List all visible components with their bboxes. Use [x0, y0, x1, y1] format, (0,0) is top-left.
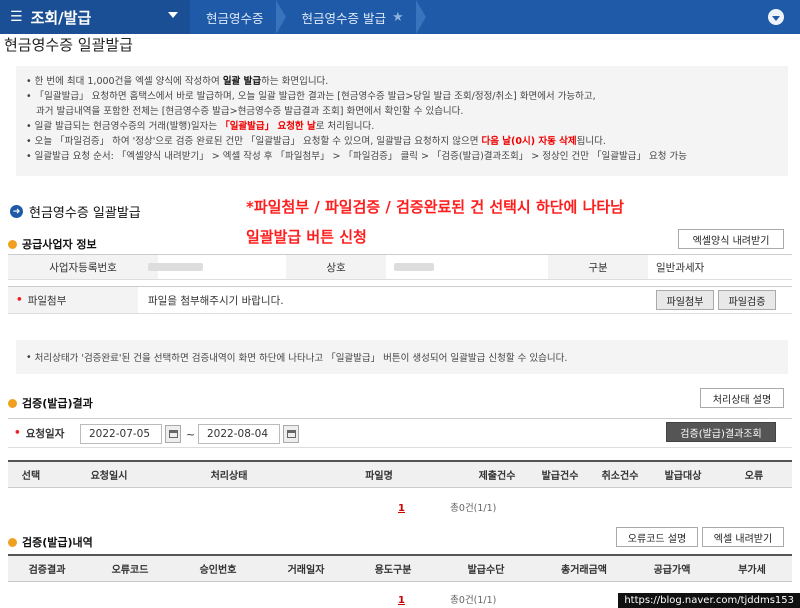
col-submitted: 제출건수: [478, 471, 516, 482]
bullet-icon: [8, 537, 17, 547]
col-vat: 부가세: [738, 565, 766, 576]
date-to-input[interactable]: 2022-08-04: [198, 424, 280, 444]
notice-line: 과거 발급내역을 포함한 전체는 [현금영수증 발급>현금영수증 발급결과 조회…: [36, 106, 464, 117]
breadcrumb-label: 현금영수증 발급: [301, 10, 386, 26]
detail-table-header: 검증결과 오류코드 승인번호 거래일자 용도구분 발급수단 총거래금액 공급가액…: [8, 554, 792, 582]
breadcrumb-cash-receipt[interactable]: 현금영수증: [190, 0, 286, 34]
notice-line: • 한 번에 최대 1,000건을 엑셀 양식에 작성하여 일괄 발급하는 화면…: [26, 76, 329, 87]
calendar-icon[interactable]: [283, 425, 299, 443]
result-pager: 1 총0건(1/1): [398, 500, 496, 514]
calendar-icon[interactable]: [165, 425, 181, 443]
col-issue-method: 발급수단: [467, 565, 505, 576]
section-title: ➜ 현금영수증 일괄발급: [10, 202, 141, 221]
excel-download-button[interactable]: 엑셀 내려받기: [702, 527, 784, 547]
result-query-button[interactable]: 검증(발급)결과조회: [666, 422, 776, 442]
detail-title: 검증(발급)내역: [8, 534, 93, 550]
notice-line: • 오늘 「파일검증」 하여 '정상'으로 검증 완료된 건만 「일괄발급」 요…: [26, 136, 606, 147]
type-label: 구분: [548, 255, 648, 279]
company-name-value: [388, 255, 538, 279]
total-count: 총0건(1/1): [450, 595, 497, 606]
chevron-down-icon: [168, 12, 178, 18]
col-trade-date: 거래일자: [287, 565, 325, 576]
business-reg-label: 사업자등록번호: [8, 255, 158, 279]
main-menu-label: 조회/발급: [30, 8, 92, 27]
col-status: 처리상태: [210, 471, 248, 482]
top-nav: ☰ 조회/발급 현금영수증 현금영수증 발급 ★: [0, 0, 800, 34]
file-attach-button[interactable]: 파일첨부: [656, 290, 714, 310]
watermark: https://blog.naver.com/tjddms153: [618, 593, 800, 608]
annotation-line-1: *파일첨부 / 파일검증 / 검증완료된 건 선택시 하단에 나타남: [246, 198, 624, 216]
date-separator: ~: [186, 428, 196, 441]
expand-icon[interactable]: [768, 9, 784, 25]
result-title: 검증(발급)결과: [8, 395, 93, 411]
type-value: 일반과세자: [656, 261, 705, 274]
status-help-button[interactable]: 처리상태 설명: [700, 388, 784, 408]
col-filename: 파일명: [365, 471, 393, 482]
arrow-right-icon: ➜: [10, 205, 23, 218]
total-count: 총0건(1/1): [450, 503, 497, 514]
date-from-input[interactable]: 2022-07-05: [80, 424, 162, 444]
col-request-time: 요청일시: [90, 471, 128, 482]
page-title: 현금영수증 일괄발급: [4, 36, 133, 54]
company-name-label: 상호: [286, 255, 386, 279]
col-cancelled: 취소건수: [601, 471, 639, 482]
breadcrumb-label: 현금영수증: [206, 10, 264, 26]
annotation-line-2: 일괄발급 버튼 신청: [246, 228, 367, 246]
business-reg-value: [138, 255, 288, 279]
col-select: 선택: [21, 471, 41, 482]
file-attach-label: • 파일첨부: [8, 287, 138, 313]
supplier-info-title: 공급사업자 정보: [8, 236, 97, 252]
bullet-icon: [8, 398, 17, 408]
bullet-icon: [8, 239, 17, 249]
col-total-amount: 총거래금액: [561, 565, 607, 576]
notice-processing: • 처리상태가 '검증완료'된 건을 선택하면 검증내역이 화면 하단에 나타나…: [16, 340, 788, 374]
col-error: 오류: [744, 471, 764, 482]
star-icon[interactable]: ★: [392, 10, 404, 25]
page-link[interactable]: 1: [398, 503, 405, 514]
col-approval-no: 승인번호: [199, 565, 237, 576]
excel-template-download-button[interactable]: 엑셀양식 내려받기: [678, 229, 784, 249]
hamburger-icon: ☰: [10, 9, 23, 25]
page-link[interactable]: 1: [398, 595, 405, 606]
col-error-code: 오류코드: [111, 565, 149, 576]
breadcrumb-cash-receipt-issue[interactable]: 현금영수증 발급 ★: [286, 0, 426, 34]
notice-line: • 일괄발급 요청 순서: 「엑셀양식 내려받기」 > 엑셀 작성 후 「파일첨…: [26, 151, 687, 162]
result-table-header: 선택 요청일시 처리상태 파일명 제출건수 발급건수 취소건수 발급대상 오류: [8, 460, 792, 488]
col-issued: 발급건수: [541, 471, 579, 482]
col-verify-result: 검증결과: [28, 565, 66, 576]
col-purpose: 용도구분: [374, 565, 412, 576]
notice-line: • 일괄 발급되는 현금영수증의 거래(발행)일자는 「일괄발급」 요청한 날로…: [26, 121, 375, 132]
request-date-label: • 요청일자: [14, 427, 65, 440]
file-verify-button[interactable]: 파일검증: [718, 290, 776, 310]
col-supply-amount: 공급가액: [653, 565, 691, 576]
error-code-help-button[interactable]: 오류코드 설명: [616, 527, 698, 547]
file-attach-field[interactable]: 파일을 첨부해주시기 바랍니다.: [148, 287, 548, 313]
supplier-info-row: 사업자등록번호 상호 구분 일반과세자: [8, 254, 792, 280]
notice-box: • 한 번에 최대 1,000건을 엑셀 양식에 작성하여 일괄 발급하는 화면…: [16, 66, 788, 176]
detail-pager: 1 총0건(1/1): [398, 592, 496, 606]
main-menu-button[interactable]: ☰ 조회/발급: [0, 0, 190, 34]
notice-line: • 「일괄발급」 요청하면 홈택스에서 바로 발급하며, 오늘 일괄 발급한 결…: [26, 91, 596, 102]
col-target: 발급대상: [664, 471, 702, 482]
